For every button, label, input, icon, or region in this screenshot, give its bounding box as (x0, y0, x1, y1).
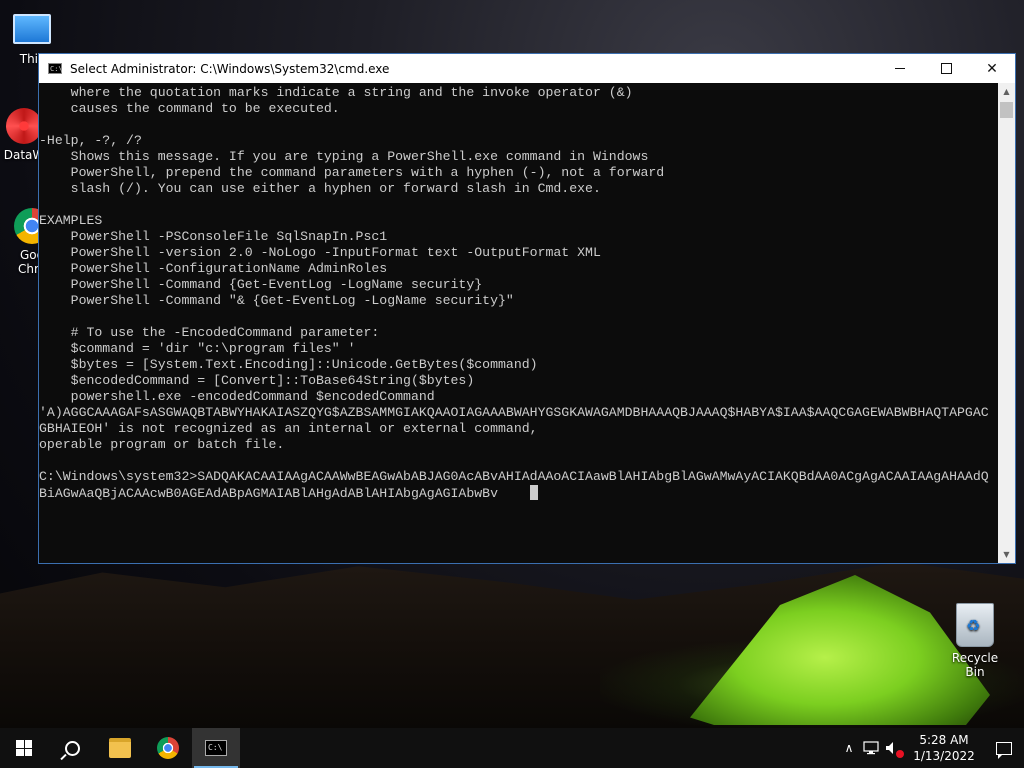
show-hidden-icons-chevron-icon[interactable]: ∧ (838, 728, 860, 768)
console-input-text: BiAGwAaQBjACAAcwB0AGEAdABpAGMAIABlAHgAdA… (39, 486, 530, 501)
console-line: causes the command to be executed. (39, 101, 340, 116)
console-line: slash (/). You can use either a hyphen o… (39, 181, 601, 196)
console-line: C:\Windows\system32>SADQAKACAAIAAgACAAWw… (39, 469, 989, 484)
console-line: $encodedCommand = [Convert]::ToBase64Str… (39, 373, 475, 388)
volume-muted-icon[interactable] (882, 728, 904, 768)
scrollbar-thumb[interactable] (1000, 102, 1013, 118)
console-line: 'A)AGGCAAAGAFsASGWAQBTABWYHAKAIASZQYG$AZ… (39, 405, 989, 420)
console-input-line[interactable]: BiAGwAaQBjACAAcwB0AGEAdABpAGMAIABlAHgAdA… (39, 485, 999, 502)
desktop-icon-recycle-bin[interactable]: ♻ Recycle Bin (942, 603, 1008, 679)
taskbar-file-explorer[interactable] (96, 728, 144, 768)
console-line: EXAMPLES (39, 213, 103, 228)
console-line: Shows this message. If you are typing a … (39, 149, 649, 164)
console-line: $command = 'dir "c:\program files" ' (39, 341, 356, 356)
console-line: powershell.exe -encodedCommand $encodedC… (39, 389, 435, 404)
close-button[interactable]: ✕ (969, 54, 1015, 83)
start-button[interactable] (0, 728, 48, 768)
console-line: where the quotation marks indicate a str… (39, 85, 633, 100)
window-title: Select Administrator: C:\Windows\System3… (70, 61, 390, 76)
clock-time: 5:28 AM (919, 733, 969, 747)
window-controls: ✕ (877, 54, 1015, 83)
search-icon (64, 740, 80, 756)
console-line: $bytes = [System.Text.Encoding]::Unicode… (39, 357, 538, 372)
desktop-icon-label: Recycle Bin (951, 651, 999, 679)
console-line: PowerShell -version 2.0 -NoLogo -InputFo… (39, 245, 601, 260)
windows-logo-icon (16, 740, 32, 756)
console-line: PowerShell, prepend the command paramete… (39, 165, 665, 180)
maximize-button[interactable] (923, 54, 969, 83)
console-line: PowerShell -Command "& {Get-EventLog -Lo… (39, 293, 514, 308)
taskbar: C:\ ∧ 5:28 AM 1/13/2022 (0, 728, 1024, 768)
taskbar-cmd[interactable]: C:\ (192, 728, 240, 768)
cmd-icon[interactable]: C:\ (48, 63, 63, 74)
clock-date: 1/13/2022 (913, 749, 975, 763)
muted-badge-icon (896, 750, 904, 758)
console-line: # To use the -EncodedCommand parameter: (39, 325, 380, 340)
cmd-window[interactable]: C:\ Select Administrator: C:\Windows\Sys… (38, 53, 1016, 564)
console-line: GBHAIEOH' is not recognized as an intern… (39, 421, 538, 436)
window-titlebar[interactable]: C:\ Select Administrator: C:\Windows\Sys… (39, 54, 1015, 83)
network-icon[interactable] (860, 728, 882, 768)
minimize-button[interactable] (877, 54, 923, 83)
console-line: PowerShell -ConfigurationName AdminRoles (39, 261, 388, 276)
cmd-icon: C:\ (205, 740, 227, 756)
system-tray: ∧ 5:28 AM 1/13/2022 (838, 728, 1024, 768)
datamw-app-icon (6, 108, 42, 144)
action-center-button[interactable] (984, 728, 1024, 768)
computer-icon (13, 14, 51, 44)
console-line: PowerShell -Command {Get-EventLog -LogNa… (39, 277, 483, 292)
taskbar-chrome[interactable] (144, 728, 192, 768)
folder-icon (109, 738, 131, 758)
scroll-up-arrow-icon[interactable]: ▲ (998, 83, 1015, 100)
vertical-scrollbar[interactable]: ▲ ▼ (998, 83, 1015, 563)
search-button[interactable] (48, 728, 96, 768)
recycle-bin-icon: ♻ (956, 603, 994, 647)
console-line: PowerShell -PSConsoleFile SqlSnapIn.Psc1 (39, 229, 388, 244)
console-output[interactable]: where the quotation marks indicate a str… (39, 83, 999, 563)
chrome-icon (157, 737, 179, 759)
scroll-down-arrow-icon[interactable]: ▼ (998, 546, 1015, 563)
text-cursor (529, 485, 538, 500)
console-line: operable program or batch file. (39, 437, 285, 452)
notification-icon (996, 741, 1012, 759)
console-line: -Help, -?, /? (39, 133, 142, 148)
taskbar-clock[interactable]: 5:28 AM 1/13/2022 (904, 732, 984, 764)
